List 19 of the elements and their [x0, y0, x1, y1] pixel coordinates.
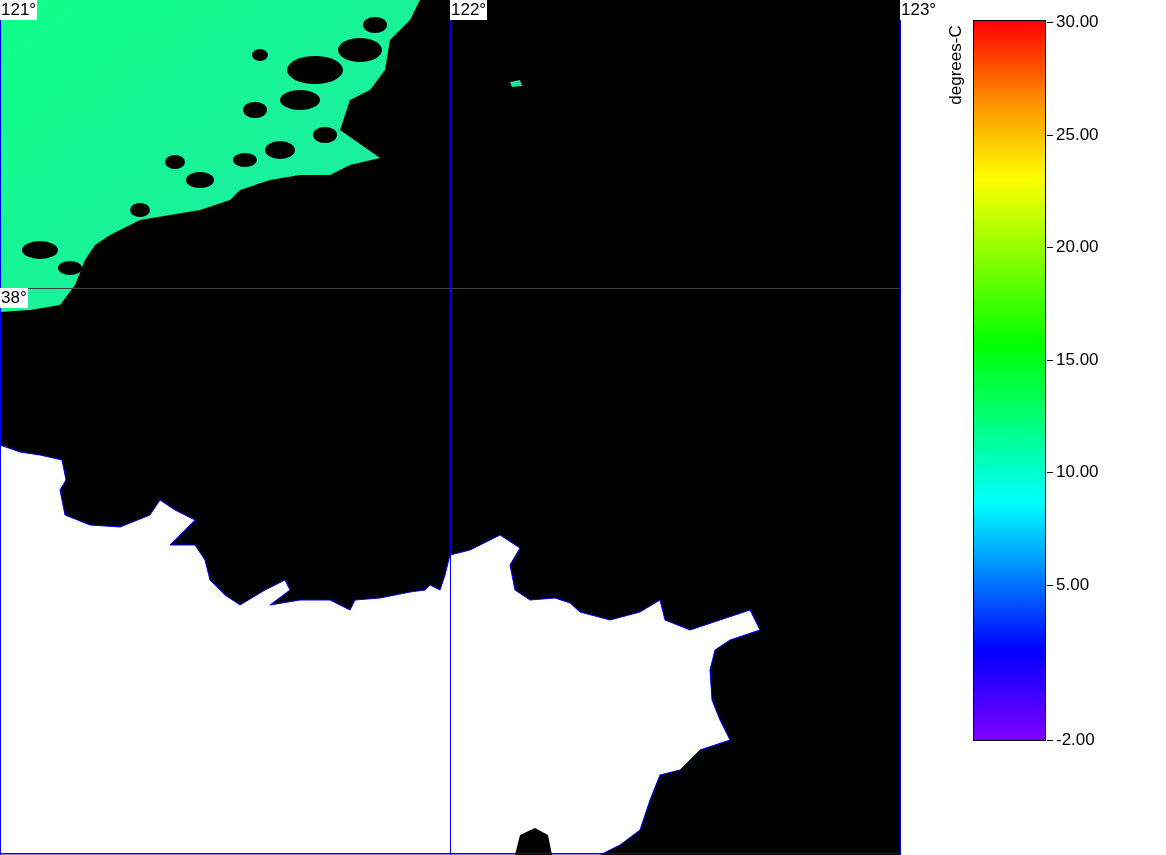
tick-label: 5.00 — [1056, 574, 1090, 595]
tick-mark — [1047, 584, 1053, 586]
longitude-label: 121° — [0, 0, 38, 20]
longitude-label: 122° — [450, 0, 488, 20]
tick-mark — [1047, 22, 1053, 23]
tick-mark — [1047, 359, 1053, 361]
tick-label: 25.00 — [1056, 124, 1099, 145]
tick-mark — [1047, 247, 1053, 248]
latitude-label: 38° — [0, 288, 28, 308]
tick-label: -2.00 — [1056, 730, 1095, 750]
tick-mark — [1047, 740, 1053, 741]
tick-label: 15.00 — [1056, 349, 1099, 370]
tick-label: 10.00 — [1056, 462, 1099, 482]
tick-mark — [1047, 134, 1053, 136]
legend-unit-label: degrees-C — [946, 24, 966, 107]
tick-label: 30.00 — [1056, 12, 1099, 32]
tick-mark — [1047, 472, 1053, 473]
longitude-label: 123° — [900, 0, 938, 20]
tick-label: 20.00 — [1056, 237, 1099, 257]
